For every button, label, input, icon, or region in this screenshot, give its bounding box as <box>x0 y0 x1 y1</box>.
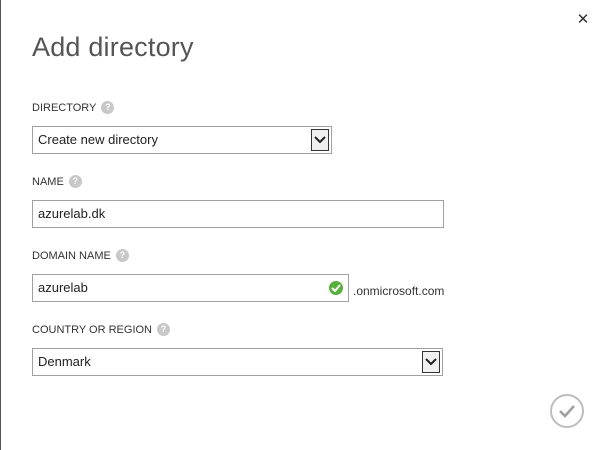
valid-check-icon <box>329 281 343 295</box>
chevron-down-icon[interactable] <box>422 351 440 373</box>
domain-suffix: .onmicrosoft.com <box>353 284 445 298</box>
directory-label-row: DIRECTORY ? <box>32 101 115 114</box>
name-label: NAME <box>32 175 64 188</box>
name-input[interactable]: azurelab.dk <box>32 200 444 228</box>
directory-help-icon[interactable]: ? <box>101 101 115 114</box>
name-label-row: NAME ? <box>32 175 82 188</box>
name-help-icon[interactable]: ? <box>68 175 82 188</box>
country-select[interactable]: Denmark <box>32 348 443 376</box>
checkmark-icon <box>559 405 575 418</box>
chevron-down-icon[interactable] <box>311 129 329 151</box>
country-select-value: Denmark <box>38 354 91 369</box>
directory-select-value: Create new directory <box>38 132 158 147</box>
domain-name-input-value: azurelab <box>38 280 88 295</box>
confirm-button[interactable] <box>550 394 584 428</box>
country-help-icon[interactable]: ? <box>157 323 170 336</box>
directory-label: DIRECTORY <box>32 101 97 114</box>
close-icon[interactable]: ✕ <box>575 12 591 28</box>
domain-label: DOMAIN NAME <box>32 249 111 262</box>
name-input-value: azurelab.dk <box>38 206 106 221</box>
domain-label-row: DOMAIN NAME ? <box>32 249 129 262</box>
directory-select[interactable]: Create new directory <box>32 126 332 154</box>
domain-help-icon[interactable]: ? <box>115 249 129 262</box>
country-label: COUNTRY OR REGION <box>32 323 152 336</box>
add-directory-dialog: ✕ Add directory DIRECTORY ? Create new d… <box>0 0 601 450</box>
dialog-title: Add directory <box>32 32 194 62</box>
domain-name-input[interactable]: azurelab <box>32 274 349 302</box>
country-label-row: COUNTRY OR REGION ? <box>32 323 170 336</box>
